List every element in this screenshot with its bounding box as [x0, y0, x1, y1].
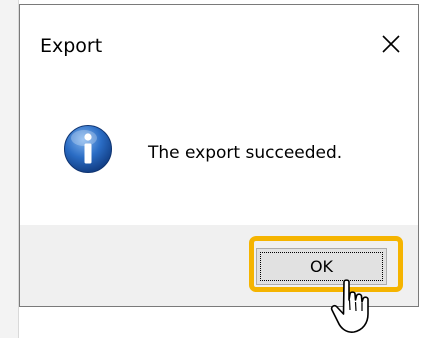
close-icon: [382, 35, 400, 53]
dialog-message: The export succeeded.: [148, 143, 343, 163]
background-window-edge: [0, 0, 19, 338]
export-dialog: Export The export succeeded. OK: [19, 4, 419, 307]
dialog-titlebar: Export: [20, 5, 418, 81]
dialog-footer: OK: [20, 225, 418, 306]
close-button[interactable]: [378, 31, 404, 57]
info-icon: [64, 125, 112, 173]
screenshot: Export The export succeeded. OK: [0, 0, 434, 338]
ok-button[interactable]: OK: [256, 248, 387, 285]
dialog-content: The export succeeded.: [20, 81, 418, 225]
dialog-title: Export: [40, 35, 103, 57]
ok-button-label: OK: [309, 257, 334, 276]
